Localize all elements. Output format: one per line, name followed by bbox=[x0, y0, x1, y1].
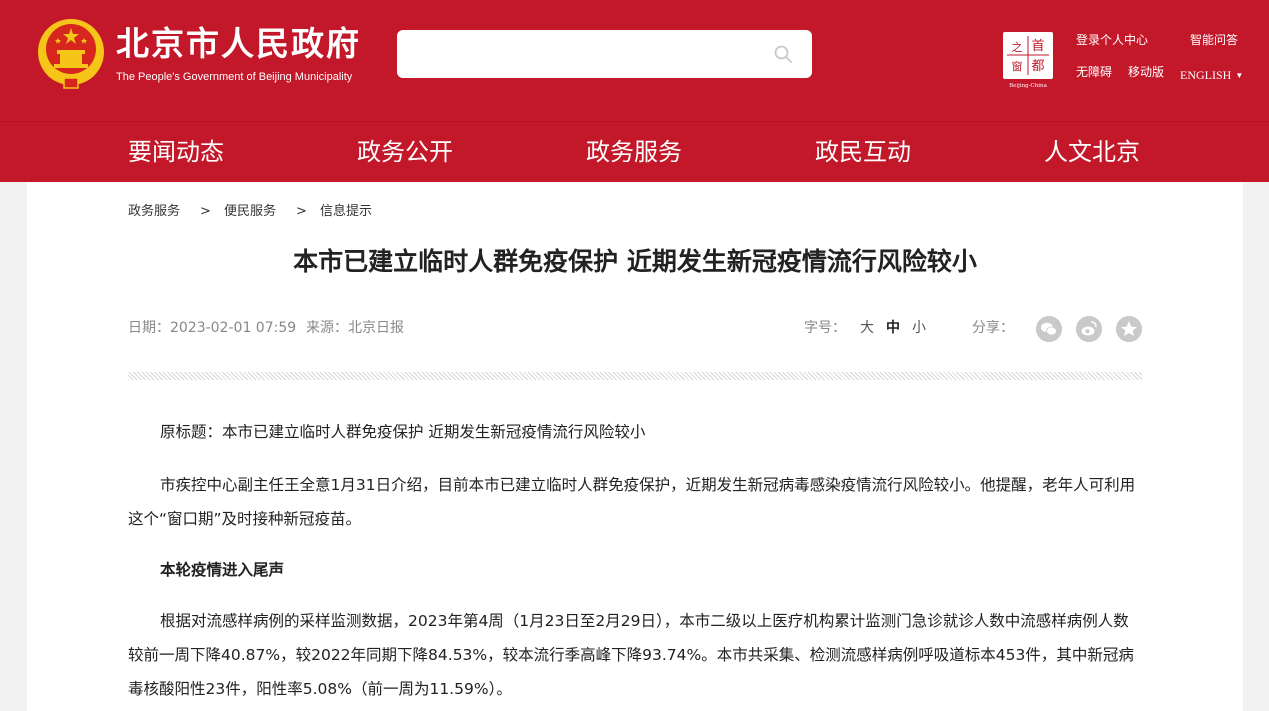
nav-item-interaction[interactable]: 政民互动 bbox=[815, 135, 911, 169]
national-emblem-icon[interactable] bbox=[36, 16, 106, 92]
font-size-small-button[interactable]: 小 bbox=[912, 319, 926, 337]
seal-char: 之 bbox=[1012, 40, 1023, 54]
qzone-share-icon[interactable] bbox=[1116, 316, 1142, 342]
breadcrumb-separator: > bbox=[296, 204, 307, 219]
english-language-dropdown[interactable]: ENGLISH ▼ bbox=[1180, 67, 1243, 84]
wechat-share-icon[interactable] bbox=[1036, 316, 1062, 342]
search-box bbox=[397, 30, 812, 78]
article-title: 本市已建立临时人群免疫保护 近期发生新冠疫情流行风险较小 bbox=[293, 247, 977, 276]
nav-item-culture[interactable]: 人文北京 bbox=[1044, 135, 1140, 169]
breadcrumb-separator: > bbox=[200, 204, 211, 219]
nav-item-news[interactable]: 要闻动态 bbox=[128, 135, 224, 169]
share-label: 分享： bbox=[972, 320, 1014, 336]
weibo-share-icon[interactable] bbox=[1076, 316, 1102, 342]
font-size-label: 字号： bbox=[804, 320, 846, 336]
article-source: 来源：北京日报 bbox=[306, 320, 404, 336]
content-divider bbox=[128, 372, 1142, 380]
article-subheading: 本轮疫情进入尾声 bbox=[160, 561, 285, 579]
article-paragraph: 原标题：本市已建立临时人群免疫保护 近期发生新冠疫情流行风险较小 bbox=[160, 423, 646, 441]
breadcrumb-item-gov-services[interactable]: 政务服务 bbox=[128, 203, 180, 221]
ai-qa-link[interactable]: 智能问答 bbox=[1190, 32, 1238, 48]
english-label: ENGLISH bbox=[1180, 68, 1232, 82]
main-nav: 要闻动态 政务公开 政务服务 政民互动 人文北京 bbox=[0, 121, 1269, 182]
accessibility-link[interactable]: 无障碍 bbox=[1076, 64, 1112, 80]
seal-caption: Beijing-China bbox=[1009, 83, 1047, 89]
breadcrumb-item-public-services[interactable]: 便民服务 bbox=[224, 203, 276, 221]
site-header: 北京市人民政府 The People's Government of Beiji… bbox=[0, 0, 1269, 121]
font-size-large-button[interactable]: 大 bbox=[860, 319, 874, 337]
caret-down-icon: ▼ bbox=[1235, 71, 1244, 80]
nav-item-gov-services[interactable]: 政务服务 bbox=[586, 135, 682, 169]
seal-char: 窗 bbox=[1012, 59, 1023, 73]
mobile-version-link[interactable]: 移动版 bbox=[1128, 64, 1164, 80]
nav-item-gov-affairs-open[interactable]: 政务公开 bbox=[357, 135, 453, 169]
site-title-english[interactable]: The People's Government of Beijing Munic… bbox=[116, 70, 352, 84]
seal-char: 首 bbox=[1031, 39, 1044, 54]
seal-char: 都 bbox=[1031, 59, 1044, 74]
breadcrumb-item-info-notice[interactable]: 信息提示 bbox=[320, 203, 372, 221]
search-input[interactable] bbox=[411, 38, 751, 70]
article-paragraph: 市疾控中心副主任王全意1月31日介绍，目前本市已建立临时人群免疫保护，近期发生新… bbox=[128, 476, 1136, 528]
search-icon[interactable] bbox=[773, 44, 793, 64]
article-paragraph: 根据对流感样病例的采样监测数据，2023年第4周（1月23日至2月29日），本市… bbox=[128, 612, 1134, 698]
site-title[interactable]: 北京市人民政府 bbox=[116, 24, 361, 64]
login-link[interactable]: 登录个人中心 bbox=[1076, 32, 1148, 48]
article-date: 日期：2023-02-01 07:59 bbox=[128, 320, 297, 336]
capital-window-seal-icon[interactable]: 首 之 都 窗 Beijing-China bbox=[1000, 30, 1058, 90]
font-size-medium-button[interactable]: 中 bbox=[886, 319, 900, 337]
